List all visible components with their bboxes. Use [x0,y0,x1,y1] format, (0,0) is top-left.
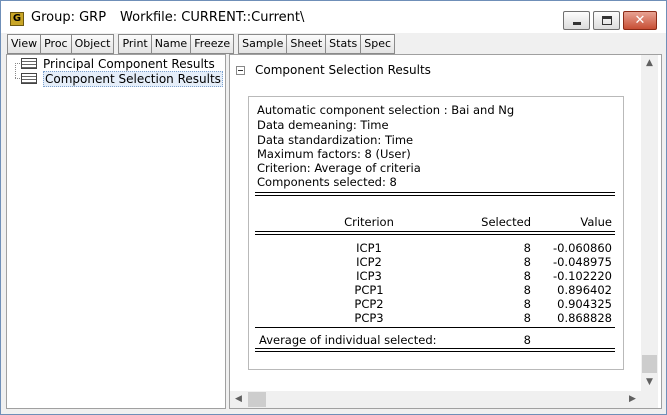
row-criterion: ICP3 [356,269,382,283]
title-workfile: Workfile: CURRENT::Current\ [120,10,305,25]
window-title: Group: GRP Workfile: CURRENT::Current\ [31,10,304,25]
scroll-left-icon[interactable]: ◀ [230,391,247,408]
group-app-icon[interactable]: G [10,12,24,26]
sample-button[interactable]: Sample [238,34,288,54]
scroll-down-icon[interactable]: ▼ [641,374,658,391]
row-criterion: ICP1 [356,241,382,255]
eviews-group-window: G Group: GRP Workfile: CURRENT::Current\ … [0,0,667,415]
row-criterion: PCP2 [354,297,384,311]
collapse-icon[interactable] [236,65,245,75]
spec-button[interactable]: Spec [360,34,396,54]
output-pane: Component Selection Results Automatic co… [229,54,662,409]
table-rule [255,327,615,328]
view-button[interactable]: View [7,34,42,54]
section-title: Component Selection Results [255,63,431,77]
title-bar[interactable]: G Group: GRP Workfile: CURRENT::Current\ … [1,1,666,33]
row-criterion: ICP2 [356,255,382,269]
info-max-factors: Maximum factors: 8 (User) [257,147,411,161]
stats-button[interactable]: Stats [325,34,362,54]
horizontal-scroll-thumb[interactable] [248,392,266,407]
close-button[interactable]: ✕ [623,11,657,30]
tree-item-label: Component Selection Results [43,70,223,87]
row-selected: 8 [523,297,531,311]
output-tree: Principal Component Results Component Se… [6,54,226,409]
row-value: -0.048975 [552,255,612,269]
freeze-button[interactable]: Freeze [190,34,235,54]
row-value: 0.904325 [557,297,612,311]
tree-item-principal-component-results[interactable]: Principal Component Results [21,56,215,71]
maximize-icon [602,16,612,25]
vertical-scroll-thumb[interactable] [642,355,657,373]
info-components-selected: Components selected: 8 [257,175,397,189]
row-selected: 8 [523,311,531,325]
object-button[interactable]: Object [70,34,115,54]
row-selected: 8 [523,269,531,283]
info-selection-method: Automatic component selection : Bai and … [257,103,515,117]
info-criterion: Criterion: Average of criteria [257,161,421,175]
proc-button[interactable]: Proc [40,34,72,54]
table-rule [255,348,615,352]
tree-item-label: Principal Component Results [43,56,215,71]
title-group-name: Group: GRP [31,10,107,25]
row-selected: 8 [523,255,531,269]
row-criterion: PCP1 [354,283,384,297]
table-icon [21,58,37,69]
print-button[interactable]: Print [118,34,152,54]
close-icon: ✕ [634,13,646,28]
row-value: -0.102220 [552,269,612,283]
minimize-button[interactable] [563,11,590,30]
table-rule [255,231,615,235]
tree-connector [15,63,16,78]
scrollbar-corner [641,391,658,408]
table-icon [21,73,37,84]
header-selected: Selected [481,215,531,229]
minimize-icon [573,22,581,25]
scroll-up-icon[interactable]: ▲ [641,55,658,72]
horizontal-scrollbar[interactable]: ◀ ▶ [230,391,641,408]
name-button[interactable]: Name [150,34,192,54]
toolbar: View Proc Object Print Name Freeze Sampl… [7,34,396,54]
header-criterion: Criterion [344,215,394,229]
results-table: Automatic component selection : Bai and … [248,96,624,370]
row-criterion: PCP3 [354,311,384,325]
row-value: -0.060860 [552,241,612,255]
tree-item-component-selection-results[interactable]: Component Selection Results [21,70,223,87]
footer-selected: 8 [523,333,531,347]
row-selected: 8 [523,241,531,255]
footer-label: Average of individual selected: [259,333,437,347]
vertical-scrollbar[interactable]: ▲ ▼ [641,55,658,391]
row-value: 0.868828 [557,311,612,325]
section-header[interactable]: Component Selection Results [236,63,431,77]
maximize-button[interactable] [593,11,620,30]
row-value: 0.896402 [557,283,612,297]
info-demeaning: Data demeaning: Time [257,118,389,132]
scroll-right-icon[interactable]: ▶ [624,391,641,408]
sheet-button[interactable]: Sheet [286,34,327,54]
row-selected: 8 [523,283,531,297]
info-standardization: Data standardization: Time [257,133,414,147]
table-rule [255,192,615,196]
header-value: Value [580,215,612,229]
